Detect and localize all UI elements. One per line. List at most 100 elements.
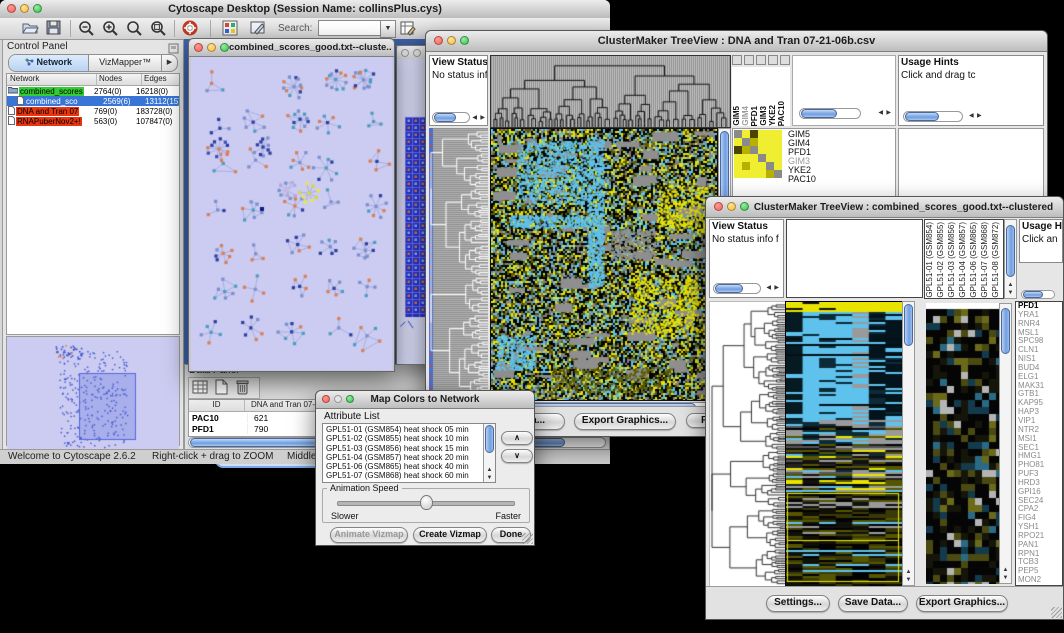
matrix-cell[interactable] bbox=[766, 154, 774, 162]
tv1-column-label[interactable]: GIM5 bbox=[732, 106, 741, 126]
tv2-column-label[interactable]: GPL51-04 (GSM857) bbox=[958, 222, 969, 298]
attribute-list-item[interactable]: GPL51-03 (GSM856) heat shock 15 min bbox=[324, 444, 482, 453]
tv2-column-label[interactable]: GPL51-02 (GSM855) bbox=[936, 222, 947, 298]
attribute-list-item[interactable]: GPL51-07 (GSM868) heat shock 60 min bbox=[324, 471, 482, 480]
export-graphics-button[interactable]: Export Graphics... bbox=[574, 413, 676, 430]
treeview2-titlebar[interactable]: ClusterMaker TreeView : combined_scores_… bbox=[706, 197, 1063, 218]
tv1-column-label[interactable]: GIM4 bbox=[741, 106, 750, 126]
tv2-column-label[interactable]: GPL51-03 (GSM856) bbox=[947, 222, 958, 298]
matrix-cell[interactable] bbox=[758, 138, 766, 146]
scroll-down-arrow-icon[interactable]: ▼ bbox=[903, 577, 914, 584]
dialog-titlebar[interactable]: Map Colors to Network bbox=[316, 391, 534, 409]
minimize-button[interactable] bbox=[207, 43, 216, 52]
scroll-up-arrow-icon[interactable]: ▲ bbox=[1000, 567, 1011, 574]
col-header-nodes[interactable]: Nodes bbox=[97, 74, 142, 85]
settings-button[interactable]: Settings... bbox=[766, 595, 830, 612]
matrix-cell[interactable] bbox=[774, 154, 782, 162]
matrix-cell[interactable] bbox=[758, 146, 766, 154]
matrix-cell[interactable] bbox=[750, 146, 758, 154]
matrix-cell[interactable] bbox=[742, 154, 750, 162]
tv1-column-dendrogram[interactable] bbox=[490, 55, 731, 128]
scroll-down-arrow-icon[interactable]: ▼ bbox=[1005, 290, 1016, 297]
matrix-cell[interactable] bbox=[734, 162, 742, 170]
scroll-down-arrow-icon[interactable]: ▼ bbox=[1000, 575, 1011, 582]
network-table-row[interactable]: RNAPuberNov2+!563(0)107847(0) bbox=[7, 116, 179, 126]
tv1-row-label[interactable]: PAC10 bbox=[788, 175, 816, 184]
save-icon[interactable] bbox=[46, 20, 62, 41]
main-titlebar[interactable]: Cytoscape Desktop (Session Name: collins… bbox=[0, 0, 610, 19]
close-button[interactable] bbox=[714, 202, 723, 211]
tab-vizmapper[interactable]: VizMapper™ bbox=[89, 55, 162, 71]
search-dropdown-button[interactable]: ▼ bbox=[380, 20, 396, 38]
matrix-cell[interactable] bbox=[734, 154, 742, 162]
matrix-cell[interactable] bbox=[774, 130, 782, 138]
attribute-table-icon[interactable] bbox=[192, 379, 209, 400]
close-button[interactable] bbox=[194, 43, 203, 52]
tab-network[interactable]: Network bbox=[9, 55, 89, 71]
tv2-column-label[interactable]: GPL51-01 (GSM854) bbox=[925, 222, 936, 298]
move-up-button[interactable]: ∧ bbox=[501, 431, 533, 445]
minimize-button[interactable] bbox=[727, 202, 736, 211]
scroll-right-arrow-icon[interactable]: ▶ bbox=[977, 112, 982, 121]
animation-speed-slider-thumb[interactable] bbox=[420, 495, 433, 510]
matrix-cell[interactable] bbox=[734, 170, 742, 178]
new-attribute-icon[interactable] bbox=[214, 379, 229, 400]
matrix-cell[interactable] bbox=[742, 146, 750, 154]
network-window-titlebar[interactable]: combined_scores_good.txt--cluste... bbox=[189, 39, 394, 57]
attribute-list-scrollbar[interactable]: ▲ ▼ bbox=[483, 424, 495, 482]
network-canvas[interactable] bbox=[191, 57, 392, 370]
animate-vizmap-button[interactable]: Animate Vizmap bbox=[330, 527, 408, 543]
matrix-cell[interactable] bbox=[750, 170, 758, 178]
resize-grip[interactable] bbox=[1051, 607, 1062, 618]
tv1-column-label[interactable]: YKE2 bbox=[768, 105, 777, 126]
search-input[interactable] bbox=[318, 20, 382, 36]
birdseye-overview[interactable] bbox=[7, 337, 179, 457]
network-table-row[interactable]: combined_sco2569(6)13112(15) bbox=[7, 96, 179, 106]
attribute-list-item[interactable]: GPL51-01 (GSM854) heat shock 05 min bbox=[324, 425, 482, 434]
attribute-list-item[interactable]: GPL51-02 (GSM855) heat shock 10 min bbox=[324, 434, 482, 443]
save-data-button[interactable]: Save Data... bbox=[838, 595, 908, 612]
attribute-list-item[interactable]: GPL51-04 (GSM857) heat shock 20 min bbox=[324, 453, 482, 462]
scroll-left-arrow-icon[interactable]: ◀ bbox=[472, 114, 477, 123]
matrix-cell[interactable] bbox=[766, 162, 774, 170]
network-table-row[interactable]: DNA and Tran 07769(0)183728(0) bbox=[7, 106, 179, 116]
matrix-cell[interactable] bbox=[766, 138, 774, 146]
matrix-cell[interactable] bbox=[758, 130, 766, 138]
minimize-button[interactable] bbox=[413, 49, 421, 57]
tv2-heatmap[interactable] bbox=[785, 301, 902, 587]
tv2-zoom-vscrollbar[interactable]: ▲ ▼ bbox=[999, 303, 1012, 584]
close-button[interactable] bbox=[401, 49, 409, 57]
matrix-cell[interactable] bbox=[750, 154, 758, 162]
dp-col-id[interactable]: ID bbox=[189, 400, 245, 411]
matrix-cell[interactable] bbox=[742, 138, 750, 146]
tv1-hints-scrollbar[interactable] bbox=[903, 111, 963, 122]
tv1-matrix-toolbar[interactable] bbox=[732, 55, 790, 65]
resize-grip[interactable] bbox=[522, 533, 533, 544]
gene-label[interactable]: MON2 bbox=[1016, 576, 1062, 585]
tabs-overflow-button[interactable]: ▶ bbox=[162, 55, 177, 71]
scroll-up-arrow-icon[interactable]: ▲ bbox=[903, 569, 914, 576]
scroll-left-arrow-icon[interactable]: ◀ bbox=[766, 284, 771, 293]
col-header-edges[interactable]: Edges bbox=[142, 74, 179, 85]
matrix-cell[interactable] bbox=[734, 138, 742, 146]
scroll-right-arrow-icon[interactable]: ▶ bbox=[774, 284, 779, 293]
matrix-cell[interactable] bbox=[742, 170, 750, 178]
network-table-row[interactable]: combined_scores2764(0)16218(0) bbox=[7, 86, 179, 96]
tv2-status-scrollbar[interactable] bbox=[713, 283, 761, 294]
scroll-left-arrow-icon[interactable]: ◀ bbox=[878, 109, 883, 118]
create-vizmap-button[interactable]: Create Vizmap bbox=[413, 527, 487, 543]
tv2-column-dendrogram[interactable] bbox=[786, 219, 923, 298]
tv2-row-dendrogram[interactable] bbox=[709, 301, 786, 588]
tv2-collabel-scrollbar[interactable]: ▲ ▼ bbox=[1004, 219, 1017, 299]
treeview1-titlebar[interactable]: ClusterMaker TreeView : DNA and Tran 07-… bbox=[426, 31, 1047, 52]
matrix-cell[interactable] bbox=[742, 162, 750, 170]
matrix-cell[interactable] bbox=[774, 170, 782, 178]
tv2-column-label[interactable]: GPL51-06 (GSM865) bbox=[969, 222, 980, 298]
tv1-column-label[interactable]: GIM3 bbox=[759, 106, 768, 126]
tv1-column-label[interactable]: PAC10 bbox=[777, 101, 786, 126]
tv1-row-dendrogram[interactable] bbox=[429, 128, 488, 399]
scroll-right-arrow-icon[interactable]: ▶ bbox=[480, 114, 485, 123]
zoom-button[interactable] bbox=[220, 43, 229, 52]
matrix-cell[interactable] bbox=[734, 130, 742, 138]
matrix-cell[interactable] bbox=[750, 130, 758, 138]
